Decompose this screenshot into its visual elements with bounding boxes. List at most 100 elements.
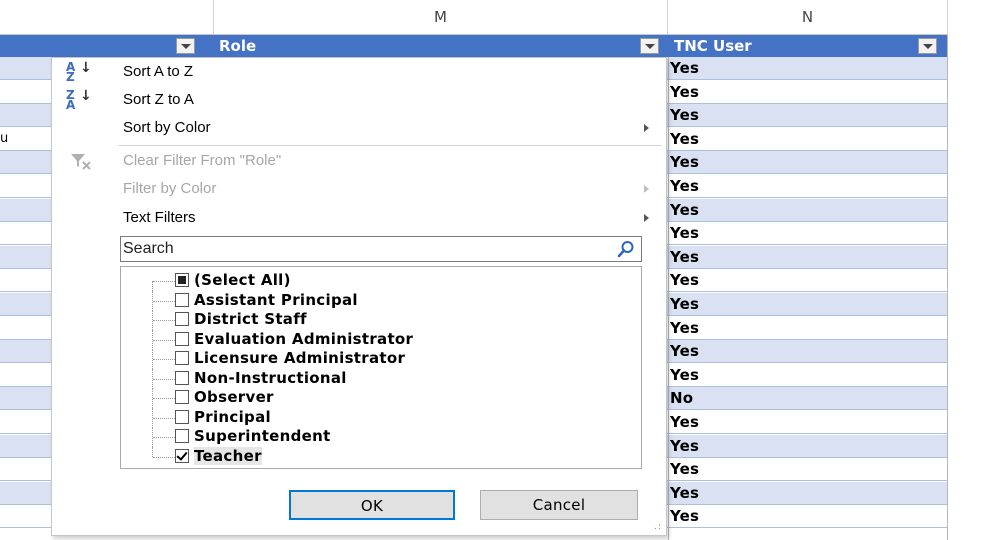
filter-value-item[interactable]: Non-Instructional — [121, 368, 621, 389]
tnc-user-cell[interactable]: Yes — [670, 81, 699, 103]
checkbox[interactable] — [175, 390, 189, 404]
checkbox[interactable] — [175, 429, 189, 443]
tnc-user-cell[interactable]: Yes — [670, 293, 699, 315]
tnc-user-cell[interactable]: Yes — [670, 458, 699, 480]
filter-dropdown-button-l[interactable] — [176, 38, 195, 54]
tree-branch — [153, 281, 175, 283]
checkbox[interactable] — [175, 448, 189, 463]
filter-value-label: Licensure Administrator — [194, 349, 406, 367]
column-divider — [668, 57, 669, 540]
checkbox[interactable] — [175, 409, 189, 424]
menu-label: Filter by Color — [123, 180, 217, 197]
tnc-user-cell[interactable]: Yes — [670, 505, 699, 527]
column-header-n[interactable]: N — [668, 0, 948, 35]
search-input[interactable]: Search — [120, 236, 642, 262]
tree-branch — [153, 417, 175, 420]
tnc-user-cell[interactable]: Yes — [670, 364, 699, 386]
menu-label: Sort A to Z — [123, 63, 194, 80]
truncated-cell-text: u — [0, 131, 9, 146]
filter-value-item[interactable]: Teacher — [121, 446, 621, 467]
tnc-user-cell[interactable]: Yes — [670, 246, 699, 268]
submenu-arrow-icon — [644, 185, 649, 193]
filter-values-list[interactable]: (Select All) Assistant Principal District … — [120, 266, 642, 469]
search-placeholder: Search — [123, 240, 174, 257]
tnc-user-cell[interactable]: Yes — [670, 151, 699, 173]
tree-branch — [153, 378, 175, 381]
column-divider — [947, 35, 948, 540]
tnc-user-cell[interactable]: Yes — [670, 128, 699, 150]
menu-item-sort-a-to-z[interactable]: AZ ↓ Sort A to Z — [52, 58, 666, 86]
filter-value-label: Assistant Principal — [194, 290, 358, 309]
clear-filter-icon — [71, 154, 91, 170]
tnc-user-cell[interactable]: Yes — [670, 175, 699, 197]
menu-item-filter-by-color[interactable]: Filter by Color — [52, 175, 666, 203]
menu-item-clear-filter[interactable]: Clear Filter From "Role" — [52, 147, 666, 175]
filter-value-label: Superintendent — [194, 427, 331, 445]
autofilter-menu: AZ ↓ Sort A to Z ZA ↓ Sort Z to A Sort b… — [51, 57, 667, 536]
filter-value-label: Evaluation Administrator — [194, 329, 414, 348]
sort-az-icon: AZ — [66, 60, 76, 84]
tree-branch — [153, 437, 175, 439]
tnc-user-cell[interactable]: Yes — [670, 317, 699, 339]
submenu-arrow-icon — [644, 214, 649, 222]
sort-arrow-icon: ↓ — [80, 60, 92, 76]
menu-separator — [118, 145, 662, 146]
menu-item-sort-by-color[interactable]: Sort by Color — [52, 114, 666, 142]
filter-value-label: (Select All) — [194, 271, 291, 289]
filter-value-item[interactable]: Licensure Administrator — [121, 349, 621, 369]
role-filter-dropdown-button[interactable] — [640, 38, 659, 54]
filter-value-item[interactable]: District Staff — [121, 310, 621, 330]
menu-label: Sort by Color — [123, 119, 211, 136]
filter-value-item[interactable]: (Select All) — [121, 271, 621, 291]
tnc-user-cell[interactable]: No — [670, 387, 693, 409]
tree-branch — [153, 359, 175, 361]
tnc-user-cell[interactable]: Yes — [670, 104, 699, 126]
filter-value-label: District Staff — [194, 310, 307, 328]
sort-za-icon: ZA — [66, 88, 76, 112]
submenu-arrow-icon — [644, 124, 649, 132]
tnc-user-cell[interactable]: Yes — [670, 435, 699, 457]
checkbox[interactable] — [175, 312, 189, 326]
filter-value-item[interactable]: Assistant Principal — [121, 290, 621, 311]
tree-branch — [153, 300, 175, 303]
tnc-user-cell[interactable]: Yes — [670, 57, 699, 79]
tnc-user-cell[interactable]: Yes — [670, 482, 699, 504]
role-header: Role — [219, 37, 257, 55]
tnc-user-cell[interactable]: Yes — [670, 199, 699, 221]
menu-label: Clear Filter From "Role" — [123, 152, 282, 169]
tnc-user-cell[interactable]: Yes — [670, 269, 699, 291]
filter-value-label: Principal — [194, 407, 271, 426]
filter-value-item[interactable]: Observer — [121, 388, 621, 408]
checkbox[interactable] — [175, 292, 189, 307]
tree-branch — [153, 398, 175, 400]
checkbox[interactable] — [175, 370, 189, 385]
checkbox[interactable] — [175, 273, 189, 287]
filter-value-label: Observer — [194, 388, 274, 406]
search-icon — [617, 241, 634, 258]
column-header-l[interactable] — [0, 0, 214, 35]
table-header-row: Role TNC User — [0, 35, 947, 57]
filter-value-label: Non-Instructional — [194, 368, 347, 387]
resize-grip-icon[interactable]: .: — [654, 522, 662, 532]
tnc-user-cell[interactable]: Yes — [670, 411, 699, 433]
menu-item-text-filters[interactable]: Text Filters — [52, 204, 666, 232]
filter-value-label: Teacher — [194, 446, 262, 465]
ok-button[interactable]: OK — [289, 490, 455, 520]
tnc-user-cell[interactable]: Yes — [670, 340, 699, 362]
cancel-button[interactable]: Cancel — [480, 490, 638, 520]
filter-value-item[interactable]: Superintendent — [121, 427, 621, 447]
checkbox[interactable] — [175, 351, 189, 365]
filter-value-item[interactable]: Principal — [121, 407, 621, 428]
checkbox[interactable] — [175, 331, 189, 346]
tnc-user-filter-dropdown-button[interactable] — [918, 38, 937, 54]
tnc-user-cell[interactable]: Yes — [670, 222, 699, 244]
menu-label: Text Filters — [123, 209, 196, 226]
menu-item-sort-z-to-a[interactable]: ZA ↓ Sort Z to A — [52, 86, 666, 114]
column-header-m[interactable]: M — [214, 0, 668, 35]
filter-value-item[interactable]: Evaluation Administrator — [121, 329, 621, 350]
tnc-user-header: TNC User — [674, 37, 752, 55]
tree-branch — [153, 339, 175, 342]
tree-line — [152, 446, 154, 457]
tree-branch — [153, 320, 175, 322]
menu-label: Sort Z to A — [123, 91, 194, 108]
